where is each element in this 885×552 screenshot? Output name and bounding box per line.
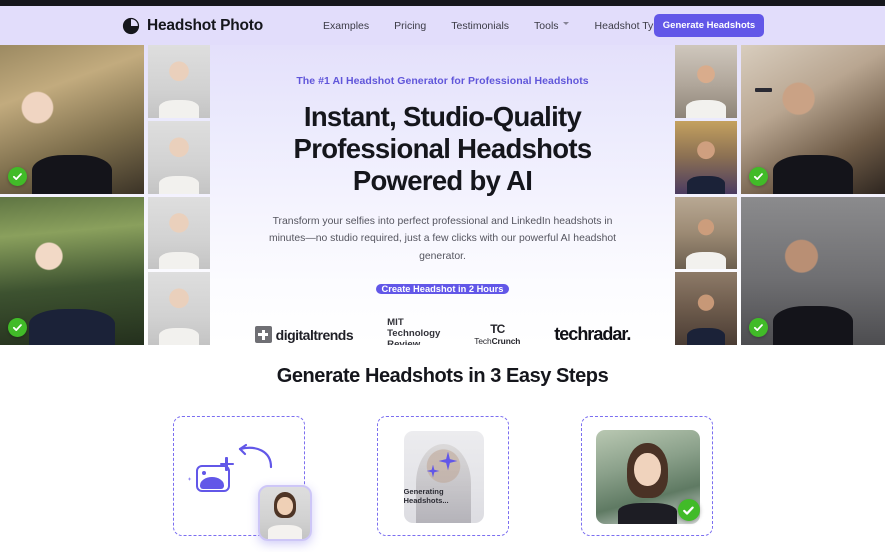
headshot-photo[interactable] (741, 196, 885, 345)
generating-preview: Generating Headshots... (403, 431, 484, 523)
brand-logo[interactable]: Headshot Photo (122, 17, 263, 35)
press-logo-techradar: techradar. (554, 324, 631, 345)
nav-label: Examples (323, 19, 370, 32)
nav-label: Tools (534, 19, 559, 32)
selfie-thumbnail[interactable] (148, 45, 210, 118)
headshot-photo[interactable] (741, 45, 885, 194)
hero-copy: The #1 AI Headshot Generator for Profess… (216, 45, 669, 345)
press-logos-row: digitaltrends MIT Technology Review TC T… (216, 317, 669, 345)
press-logo-label: digitaltrends (275, 326, 354, 343)
sparkle-icon (187, 477, 192, 481)
clock-circle-logo-icon (122, 17, 140, 35)
hero-collage-left (0, 45, 210, 345)
steps-title: Generate Headshots in 3 Easy Steps (276, 365, 609, 387)
selfie-thumbnail[interactable] (148, 120, 210, 194)
brand-name: Headshot Photo (147, 16, 264, 34)
selfie-thumbnail[interactable] (148, 272, 210, 345)
ai-sparkles-icon (422, 450, 466, 484)
chevron-down-icon (562, 22, 570, 29)
photo-shape (686, 251, 726, 270)
site-header: Headshot Photo Examples Pricing Testimon… (0, 6, 885, 45)
uploaded-selfie-thumbnail[interactable] (257, 485, 312, 541)
photo-shape (687, 327, 725, 345)
step-card-upload[interactable] (172, 416, 312, 541)
photo-shape (31, 154, 113, 194)
right-selfie-thumbnail-column (675, 45, 737, 345)
hero-collage-right (675, 45, 885, 345)
hero-eyebrow: The #1 AI Headshot Generator for Profess… (296, 75, 589, 87)
press-logo-label: techradar. (554, 324, 631, 345)
step-card-generating[interactable]: Generating Headshots... (376, 416, 509, 536)
photo-shape (687, 176, 725, 194)
create-headshot-button[interactable]: Create Headshot in 2 Hours (376, 284, 509, 295)
verified-check-icon (8, 318, 27, 337)
techcrunch-mark-icon: TC (490, 322, 505, 337)
selfie-thumbnail[interactable] (148, 196, 210, 270)
steps-row: Generating Headshots... (0, 416, 885, 541)
digitaltrends-mark-icon (254, 326, 272, 344)
press-logo-digitaltrends: digitaltrends (254, 326, 354, 344)
minimize-bar-icon[interactable] (755, 88, 772, 92)
left-selfie-thumbnail-column (148, 45, 210, 345)
photo-shape (28, 309, 116, 345)
step-card-result[interactable] (580, 416, 713, 536)
photo-shape (159, 327, 199, 345)
nav-item-tools[interactable]: Tools (534, 20, 570, 32)
nav-item-testimonials[interactable]: Testimonials (451, 20, 509, 32)
generating-label: Generating Headshots... (403, 486, 449, 505)
photo-shape (772, 154, 854, 194)
nav-label: Pricing (394, 19, 427, 32)
photo-shape (159, 251, 199, 270)
selfie-thumbnail[interactable] (675, 120, 737, 194)
press-logo-prefix: Tech (474, 336, 492, 345)
selfie-thumbnail[interactable] (675, 272, 737, 345)
headshot-photo[interactable] (0, 196, 144, 345)
generate-headshots-button[interactable]: Generate Headshots (654, 14, 764, 37)
verified-check-icon (749, 318, 768, 337)
photo-shape (159, 176, 199, 194)
photo-shape (686, 100, 726, 118)
headshot-photo[interactable] (0, 45, 144, 194)
left-large-photo-column (0, 45, 144, 345)
nav-item-examples[interactable]: Examples (323, 20, 369, 32)
selfie-thumbnail[interactable] (675, 45, 737, 118)
verified-check-icon (8, 166, 27, 186)
press-logo-mit-technology-review: MIT Technology Review (387, 317, 440, 345)
verified-check-icon (749, 166, 768, 186)
steps-section: Generate Headshots in 3 Easy Steps Gener… (0, 345, 885, 541)
press-logo-line3: Review (387, 339, 421, 345)
photo-shape (772, 306, 854, 345)
hero-subcopy: Transform your selfies into perfect prof… (268, 215, 617, 263)
nav-label: Testimonials (451, 19, 510, 32)
press-logo-suffix: Crunch (491, 336, 521, 345)
nav-item-pricing[interactable]: Pricing (394, 20, 426, 32)
verified-check-icon (677, 499, 700, 521)
page-title: Instant, Studio-Quality Professional Hea… (293, 101, 593, 197)
photo-shape (159, 100, 199, 118)
curved-arrow-icon (230, 443, 274, 469)
press-logo-techcrunch: TC TechCrunch (474, 323, 520, 345)
main-nav: Examples Pricing Testimonials Tools Head… (323, 20, 681, 32)
selfie-thumbnail[interactable] (675, 196, 737, 270)
hero-section: The #1 AI Headshot Generator for Profess… (0, 45, 885, 345)
